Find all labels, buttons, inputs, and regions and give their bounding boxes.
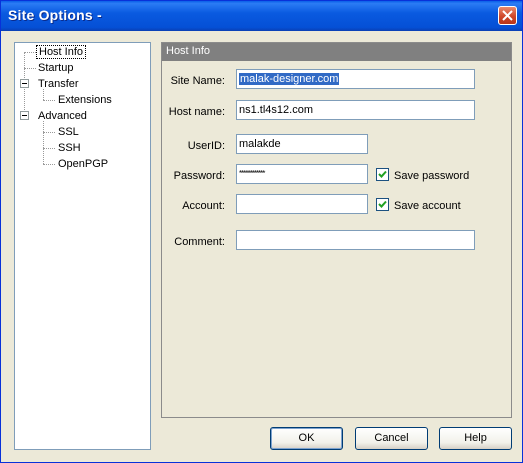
- site-options-dialog: Site Options - Host Info Startup Transfe…: [0, 0, 523, 463]
- tree-item-host-info[interactable]: Host Info: [36, 45, 87, 59]
- tree-line: [43, 132, 55, 133]
- comment-field[interactable]: [236, 230, 475, 250]
- comment-label: Comment:: [174, 236, 225, 248]
- site-name-value: malak-designer.com: [239, 73, 340, 85]
- collapse-advanced-icon[interactable]: [20, 111, 29, 120]
- panel-header: Host Info: [162, 43, 511, 61]
- tree-item-openpgp[interactable]: OpenPGP: [56, 157, 110, 171]
- tree-line: [43, 121, 44, 164]
- password-label: Password:: [173, 170, 225, 182]
- userid-label: UserID:: [187, 140, 225, 152]
- tree-line: [24, 52, 36, 53]
- site-name-label: Site Name:: [170, 75, 225, 87]
- panel-title: Host Info: [166, 45, 211, 57]
- tree-item-startup[interactable]: Startup: [36, 61, 75, 75]
- save-password-checkbox[interactable]: [376, 168, 389, 181]
- tree-item-advanced[interactable]: Advanced: [36, 109, 89, 123]
- checkmark-icon: [378, 170, 387, 178]
- close-button[interactable]: [498, 6, 517, 25]
- options-tree[interactable]: Host Info Startup Transfer Extensions Ad…: [14, 42, 151, 450]
- close-icon: [502, 10, 513, 21]
- tree-line: [43, 100, 55, 101]
- password-field[interactable]: ************: [236, 164, 368, 184]
- host-name-field[interactable]: ns1.tl4s12.com: [236, 100, 475, 120]
- checkmark-icon: [378, 200, 387, 208]
- save-account-checkbox[interactable]: [376, 198, 389, 211]
- tree-line: [43, 148, 55, 149]
- tree-item-ssh[interactable]: SSH: [56, 141, 83, 155]
- save-password-label[interactable]: Save password: [394, 169, 469, 183]
- cancel-button[interactable]: Cancel: [355, 427, 428, 450]
- site-name-field[interactable]: malak-designer.com: [236, 69, 475, 89]
- tree-item-ssl[interactable]: SSL: [56, 125, 81, 139]
- tree-item-extensions[interactable]: Extensions: [56, 93, 114, 107]
- title-bar[interactable]: Site Options -: [1, 1, 522, 31]
- ok-button[interactable]: OK: [270, 427, 343, 450]
- tree-line: [43, 164, 55, 165]
- account-field[interactable]: [236, 194, 368, 214]
- tree-line: [24, 68, 36, 69]
- help-button[interactable]: Help: [439, 427, 512, 450]
- host-name-label: Host name:: [168, 106, 225, 118]
- save-account-label[interactable]: Save account: [394, 199, 461, 213]
- collapse-transfer-icon[interactable]: [20, 79, 29, 88]
- userid-field[interactable]: malakde: [236, 134, 368, 154]
- account-label: Account:: [182, 200, 225, 212]
- window-title: Site Options -: [8, 7, 102, 23]
- tree-item-transfer[interactable]: Transfer: [36, 77, 81, 91]
